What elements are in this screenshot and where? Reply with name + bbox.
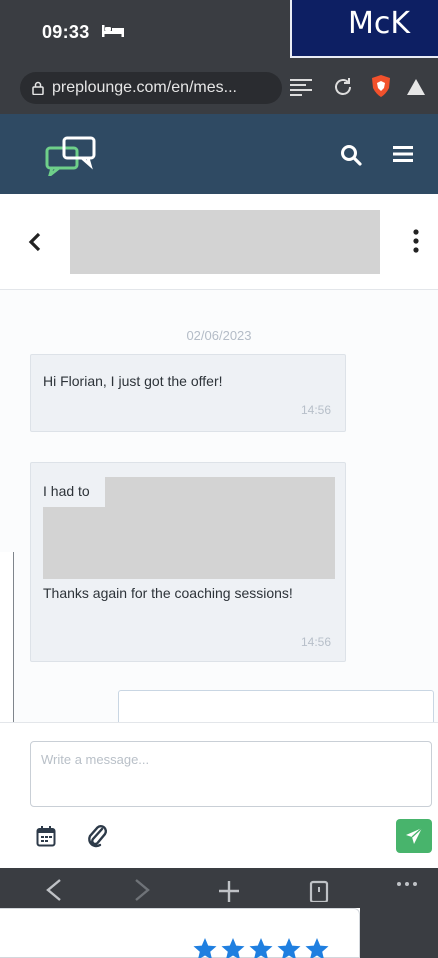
reload-icon[interactable] (332, 76, 354, 98)
more-vertical-icon[interactable] (412, 228, 420, 254)
chevron-left-icon[interactable] (28, 232, 42, 252)
star-icon (249, 938, 273, 958)
message-input[interactable] (30, 741, 432, 807)
message-time: 14:56 (300, 635, 331, 649)
message-composer (0, 722, 438, 868)
brand-text: McK (348, 6, 411, 41)
site-header (0, 114, 438, 194)
new-tab-plus-icon[interactable] (216, 876, 242, 902)
message-bubble: I had to Thanks again for the coaching s… (30, 462, 346, 662)
chat-logo-icon[interactable] (44, 136, 102, 176)
message-bubble: Hi Florian, I just got the offer! 14:56 (30, 354, 346, 432)
tabs-icon[interactable] (306, 876, 332, 902)
address-bar[interactable]: preplounge.com/en/mes... (20, 72, 282, 104)
message-text-end: Thanks again for the coaching sessions! (43, 585, 293, 601)
brand-banner: McK (290, 0, 438, 58)
message-text: Hi Florian, I just got the offer! (43, 373, 223, 389)
url-text: preplounge.com/en/mes... (52, 79, 237, 96)
message-bubble-partial (118, 690, 434, 722)
forward-arrow-icon[interactable] (128, 876, 154, 902)
brave-shield-icon[interactable] (370, 74, 392, 98)
bed-icon (102, 25, 124, 37)
triangle-icon[interactable] (406, 78, 426, 96)
calendar-icon[interactable] (36, 825, 56, 847)
dark-panel-edge (360, 908, 438, 958)
star-icon (193, 938, 217, 958)
more-horizontal-icon[interactable] (394, 876, 420, 902)
message-time: 14:56 (300, 403, 331, 417)
browser-bottom-bar (0, 868, 438, 908)
star-rating (192, 937, 330, 958)
star-icon (221, 938, 245, 958)
menu-icon[interactable] (393, 145, 413, 163)
send-icon (406, 827, 423, 844)
redacted-contact-name (70, 210, 380, 274)
review-card (0, 908, 360, 958)
status-time: 09:33 (42, 22, 90, 42)
lock-icon (32, 81, 44, 95)
search-icon[interactable] (340, 144, 362, 166)
star-icon (277, 938, 301, 958)
conversation-header (0, 194, 438, 290)
star-icon (305, 938, 329, 958)
message-thread[interactable]: 02/06/2023 Hi Florian, I just got the of… (0, 290, 438, 722)
back-arrow-icon[interactable] (42, 876, 68, 902)
reader-mode-icon[interactable] (290, 78, 312, 96)
paperclip-icon[interactable] (86, 822, 108, 848)
date-separator: 02/06/2023 (186, 328, 252, 343)
message-text-start: I had to (43, 483, 90, 499)
send-button[interactable] (396, 819, 432, 853)
